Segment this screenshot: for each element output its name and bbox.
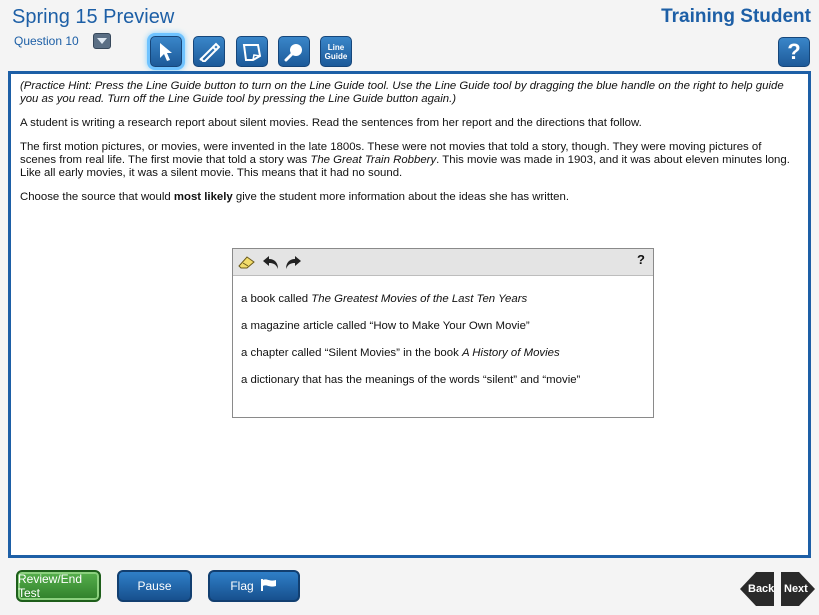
magnifier-icon (284, 42, 304, 62)
line-guide-button[interactable]: Line Guide (320, 36, 352, 67)
redo-icon[interactable] (283, 253, 303, 271)
back-button[interactable]: Back (738, 570, 776, 608)
answer-choice[interactable]: a book called The Greatest Movies of the… (233, 286, 653, 313)
flag-button-label: Flag (230, 579, 254, 593)
passage: (Practice Hint: Press the Line Guide but… (20, 80, 800, 215)
notes-tool-button[interactable] (236, 36, 268, 67)
choice-list: a book called The Greatest Movies of the… (233, 276, 653, 394)
next-button[interactable]: Next (779, 570, 817, 608)
answer-box: ? a book called The Greatest Movies of t… (232, 248, 654, 418)
report-excerpt: The first motion pictures, or movies, we… (20, 141, 790, 179)
question-directions: Choose the source that would most likely… (20, 191, 569, 203)
answer-help-button[interactable]: ? (637, 252, 645, 267)
student-name: Training Student (661, 6, 811, 27)
review-end-test-button[interactable]: Review/End Test (16, 570, 101, 602)
help-button[interactable]: ? (778, 37, 810, 67)
undo-icon[interactable] (261, 253, 281, 271)
question-dropdown-icon[interactable] (93, 33, 111, 49)
highlighter-icon (198, 42, 220, 62)
magnifier-tool-button[interactable] (278, 36, 310, 67)
practice-hint: (Practice Hint: Press the Line Guide but… (20, 80, 784, 105)
test-title: Spring 15 Preview (12, 6, 175, 28)
eraser-icon[interactable] (237, 253, 257, 271)
flag-button[interactable]: Flag (208, 570, 300, 602)
pointer-tool-button[interactable] (150, 36, 182, 67)
passage-intro: A student is writing a research report a… (20, 117, 642, 129)
pointer-arrow-icon (158, 42, 174, 62)
answer-choice[interactable]: a magazine article called “How to Make Y… (233, 313, 653, 340)
answer-toolbar: ? (233, 249, 653, 276)
line-guide-label: Line Guide (324, 42, 348, 61)
pause-button[interactable]: Pause (117, 570, 192, 602)
question-label: Question 10 (14, 34, 79, 48)
next-label: Next (784, 583, 808, 595)
highlighter-tool-button[interactable] (193, 36, 225, 67)
question-panel: (Practice Hint: Press the Line Guide but… (8, 71, 811, 558)
note-icon (241, 42, 263, 62)
flag-icon (260, 578, 278, 595)
answer-choice[interactable]: a dictionary that has the meanings of th… (233, 367, 653, 394)
back-label: Back (748, 583, 775, 595)
answer-choice[interactable]: a chapter called “Silent Movies” in the … (233, 340, 653, 367)
